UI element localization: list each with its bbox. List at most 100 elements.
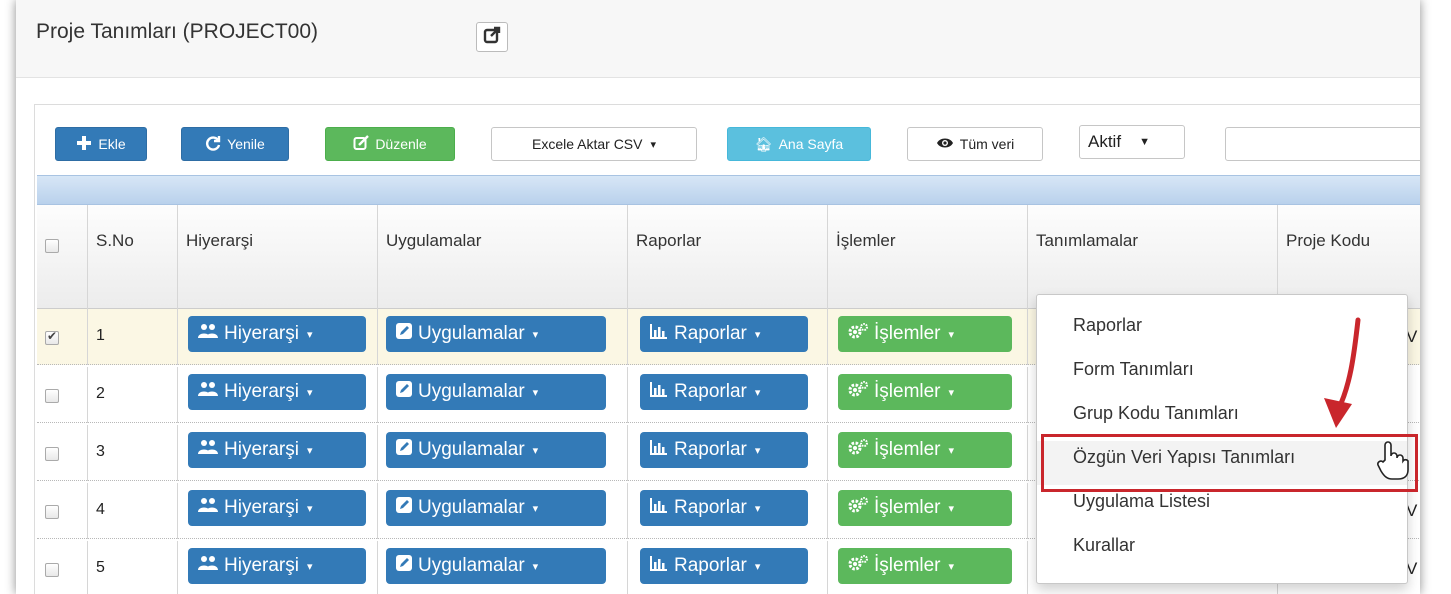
hierarchy-button-label: Hiyerarşi	[224, 497, 299, 518]
hierarchy-button-label: Hiyerarşi	[224, 555, 299, 576]
hierarchy-dropdown-button[interactable]: Hiyerarşi ▾	[188, 432, 366, 468]
apps-button-label: Uygulamalar	[418, 497, 525, 518]
apps-button-label: Uygulamalar	[418, 381, 525, 402]
operations-cell: İşlemler ▾	[827, 541, 1027, 594]
reports-dropdown-button[interactable]: Raporlar ▾	[640, 432, 808, 468]
red-arrow-icon	[1324, 317, 1361, 428]
operations-button-label: İşlemler	[874, 497, 941, 518]
home-button-label: Ana Sayfa	[778, 136, 844, 152]
apps-dropdown-button[interactable]: Uygulamalar ▾	[386, 316, 606, 352]
operations-dropdown-button[interactable]: İşlemler ▾	[838, 490, 1012, 526]
all-data-button[interactable]: Tüm veri	[907, 127, 1043, 161]
apps-cell: Uygulamalar ▾	[377, 483, 627, 539]
col-header-sno[interactable]: S.No	[87, 205, 177, 309]
row-checkbox[interactable]	[45, 505, 59, 519]
reports-button-label: Raporlar	[674, 381, 747, 402]
header-bar: Proje Tanımları (PROJECT00)	[16, 0, 1420, 78]
add-button[interactable]: Ekle	[55, 127, 147, 161]
row-checkbox-cell	[37, 425, 87, 481]
add-button-label: Ekle	[98, 136, 126, 152]
apps-dropdown-button[interactable]: Uygulamalar ▾	[386, 548, 606, 584]
operations-dropdown-button[interactable]: İşlemler ▾	[838, 548, 1012, 584]
reports-cell: Raporlar ▾	[627, 425, 827, 481]
apps-dropdown-button[interactable]: Uygulamalar ▾	[386, 432, 606, 468]
row-sno: 2	[87, 367, 177, 423]
chevron-down-icon: ▾	[948, 444, 955, 457]
hierarchy-dropdown-button[interactable]: Hiyerarşi ▾	[188, 548, 366, 584]
operations-cell: İşlemler ▾	[827, 309, 1027, 365]
chevron-down-icon: ▾	[754, 328, 761, 341]
hierarchy-cell: Hiyerarşi ▾	[177, 309, 377, 365]
bar-chart-icon	[650, 439, 668, 461]
row-checkbox[interactable]	[45, 389, 59, 403]
col-header-reports[interactable]: Raporlar	[627, 205, 827, 309]
hierarchy-button-label: Hiyerarşi	[224, 381, 299, 402]
search-input[interactable]	[1225, 127, 1420, 161]
reports-cell: Raporlar ▾	[627, 367, 827, 423]
reports-dropdown-button[interactable]: Raporlar ▾	[640, 374, 808, 410]
hierarchy-button-label: Hiyerarşi	[224, 439, 299, 460]
gears-icon	[848, 439, 868, 461]
hierarchy-cell: Hiyerarşi ▾	[177, 541, 377, 594]
hierarchy-dropdown-button[interactable]: Hiyerarşi ▾	[188, 490, 366, 526]
hierarchy-cell: Hiyerarşi ▾	[177, 367, 377, 423]
operations-dropdown-button[interactable]: İşlemler ▾	[838, 374, 1012, 410]
users-icon	[198, 555, 218, 577]
edit-icon	[396, 381, 412, 403]
apps-button-label: Uygulamalar	[418, 323, 525, 344]
popout-button[interactable]	[476, 22, 508, 52]
bar-chart-icon	[650, 555, 668, 577]
edit-icon	[353, 134, 370, 154]
export-csv-label: Excele Aktar CSV	[531, 136, 643, 152]
home-button[interactable]: 🏠︎ Ana Sayfa	[727, 127, 871, 161]
chevron-down-icon: ▾	[754, 444, 761, 457]
chevron-down-icon: ▼	[1139, 136, 1150, 148]
operations-cell: İşlemler ▾	[827, 425, 1027, 481]
row-checkbox[interactable]	[45, 329, 59, 345]
hierarchy-dropdown-button[interactable]: Hiyerarşi ▾	[188, 316, 366, 352]
reports-dropdown-button[interactable]: Raporlar ▾	[640, 316, 808, 352]
gears-icon	[848, 323, 868, 345]
refresh-button[interactable]: Yenile	[181, 127, 289, 161]
header-checkbox-cell	[37, 205, 87, 309]
operations-dropdown-button[interactable]: İşlemler ▾	[838, 432, 1012, 468]
chevron-down-icon: ▾	[948, 560, 955, 573]
apps-dropdown-button[interactable]: Uygulamalar ▾	[386, 490, 606, 526]
col-header-apps[interactable]: Uygulamalar	[377, 205, 627, 309]
operations-button-label: İşlemler	[874, 381, 941, 402]
hierarchy-dropdown-button[interactable]: Hiyerarşi ▾	[188, 374, 366, 410]
status-select[interactable]: Aktif ▼	[1079, 125, 1185, 159]
status-select-value: Aktif	[1088, 132, 1122, 151]
reports-dropdown-button[interactable]: Raporlar ▾	[640, 548, 808, 584]
highlight-box	[1041, 434, 1418, 492]
users-icon	[198, 381, 218, 403]
filter-bar	[37, 175, 1420, 205]
edit-icon	[396, 439, 412, 461]
col-header-hierarchy[interactable]: Hiyerarşi	[177, 205, 377, 309]
apps-dropdown-button[interactable]: Uygulamalar ▾	[386, 374, 606, 410]
row-checkbox[interactable]	[45, 563, 59, 577]
row-checkbox-cell	[37, 541, 87, 594]
gears-icon	[848, 497, 868, 519]
col-header-operations[interactable]: İşlemler	[827, 205, 1027, 309]
gears-icon	[848, 381, 868, 403]
chevron-down-icon: ▾	[532, 386, 539, 399]
reports-dropdown-button[interactable]: Raporlar ▾	[640, 490, 808, 526]
edit-icon	[396, 497, 412, 519]
edit-button[interactable]: Düzenle	[325, 127, 455, 161]
apps-cell: Uygulamalar ▾	[377, 425, 627, 481]
eye-icon	[936, 136, 954, 153]
operations-dropdown-button[interactable]: İşlemler ▾	[838, 316, 1012, 352]
row-checkbox[interactable]	[45, 447, 59, 461]
chevron-down-icon: ▾	[306, 502, 313, 515]
export-csv-dropdown[interactable]: Excele Aktar CSV ▾	[491, 127, 697, 161]
menu-item[interactable]: Kurallar	[1037, 529, 1407, 573]
chevron-down-icon: ▾	[754, 560, 761, 573]
select-all-checkbox[interactable]	[45, 239, 59, 253]
edit-icon	[396, 555, 412, 577]
all-data-label: Tüm veri	[959, 136, 1015, 152]
operations-button-label: İşlemler	[874, 439, 941, 460]
users-icon	[198, 323, 218, 345]
reports-button-label: Raporlar	[674, 439, 747, 460]
row-checkbox-cell	[37, 367, 87, 423]
